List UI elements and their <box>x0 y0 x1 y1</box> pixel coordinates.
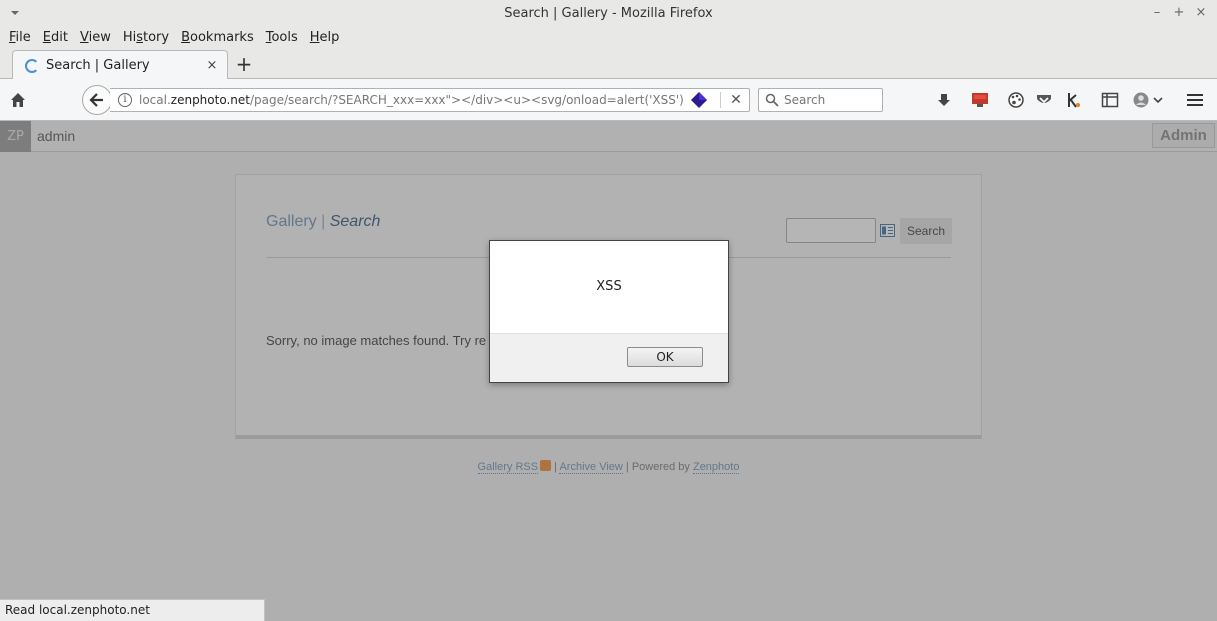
search-input[interactable] <box>784 93 879 107</box>
download-icon[interactable] <box>934 90 954 110</box>
search-bar[interactable] <box>758 88 883 112</box>
menu-history[interactable]: History <box>117 30 175 45</box>
k-extension-icon[interactable] <box>1063 90 1083 110</box>
menu-help[interactable]: Help <box>304 30 346 45</box>
url-separator <box>720 92 721 108</box>
url-bar[interactable]: i local.zenphoto.net/page/search/?SEARCH… <box>110 88 750 112</box>
sidebar-icon[interactable] <box>1100 90 1120 110</box>
search-icon <box>765 93 779 107</box>
site-info-icon[interactable]: i <box>118 93 132 107</box>
tab-title: Search | Gallery <box>46 58 150 73</box>
menu-file[interactable]: File <box>3 30 37 45</box>
account-icon[interactable] <box>1132 90 1166 110</box>
close-window-button[interactable]: × <box>1193 4 1209 20</box>
menu-view[interactable]: View <box>74 30 117 45</box>
menu-tools[interactable]: Tools <box>260 30 304 45</box>
menu-edit[interactable]: Edit <box>37 30 74 45</box>
status-bar: Read local.zenphoto.net <box>0 599 265 621</box>
alert-button-row: OK <box>490 333 728 382</box>
window-title: Search | Gallery - Mozilla Firefox <box>504 5 713 21</box>
alert-dialog: XSS OK <box>489 240 729 383</box>
maximize-button[interactable]: + <box>1171 4 1187 20</box>
menu-bookmarks[interactable]: Bookmarks <box>175 30 260 45</box>
extension-diamond-icon[interactable] <box>690 91 708 109</box>
navigation-toolbar: i local.zenphoto.net/page/search/?SEARCH… <box>0 79 1217 121</box>
new-tab-button[interactable]: + <box>234 52 254 76</box>
menu-icon[interactable] <box>1185 90 1205 110</box>
window-controls: – + × <box>1149 4 1209 20</box>
minimize-button[interactable]: – <box>1149 4 1165 20</box>
ok-button[interactable]: OK <box>627 347 703 367</box>
tab-bar: Search | Gallery × + <box>0 48 1217 80</box>
home-icon[interactable] <box>9 91 27 109</box>
palette-icon[interactable] <box>1006 90 1026 110</box>
url-text[interactable]: local.zenphoto.net/page/search/?SEARCH_x… <box>139 93 684 107</box>
back-button[interactable] <box>82 85 112 115</box>
tab-search-gallery[interactable]: Search | Gallery × <box>12 50 228 80</box>
window-titlebar: Search | Gallery - Mozilla Firefox – + × <box>0 0 1217 26</box>
tab-close-icon[interactable]: × <box>203 58 221 73</box>
alert-message: XSS <box>596 279 622 294</box>
pocket-icon[interactable] <box>1034 90 1054 110</box>
screenshot-icon[interactable] <box>970 90 990 110</box>
clear-url-icon[interactable]: ✕ <box>727 92 745 108</box>
back-arrow-icon <box>89 93 103 107</box>
loading-spinner-icon <box>25 58 39 73</box>
window-menu-icon[interactable] <box>9 7 21 19</box>
menu-bar: File Edit View History Bookmarks Tools H… <box>0 26 1217 48</box>
